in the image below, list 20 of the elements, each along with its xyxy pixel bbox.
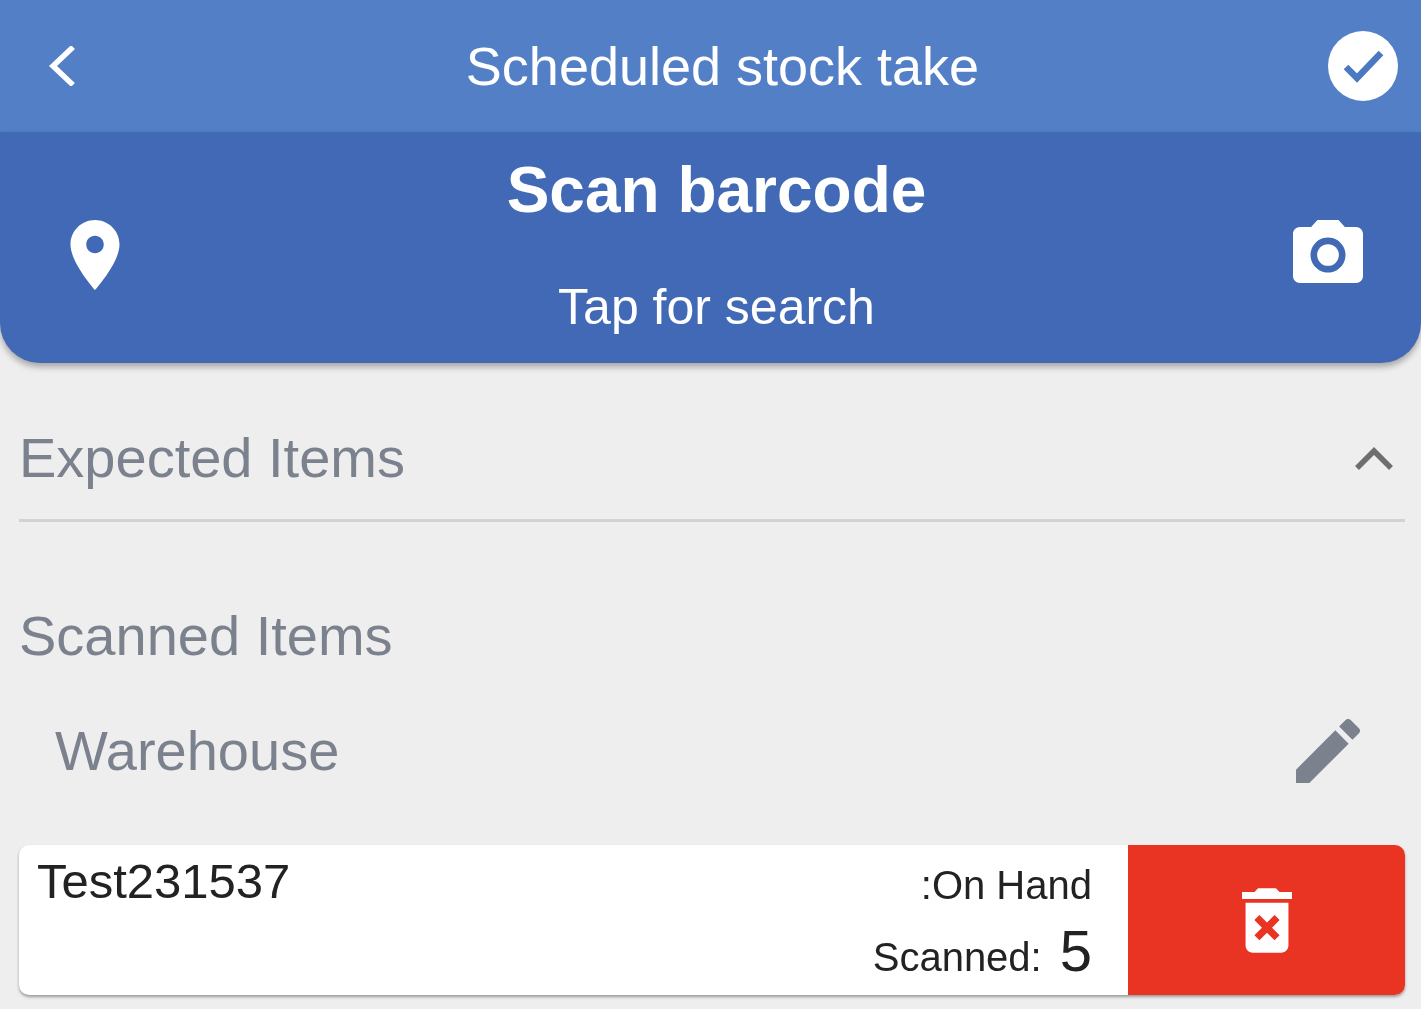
section-title: Expected Items <box>19 425 405 491</box>
location-name: Warehouse <box>55 718 340 784</box>
scan-panel[interactable]: Scan barcode Tap for search <box>0 132 1421 363</box>
section-title: Scanned Items <box>19 603 393 669</box>
item-code: Test231537 <box>37 853 291 909</box>
location-pin-icon[interactable] <box>70 219 120 290</box>
scanned-label: Scanned: <box>872 934 1042 981</box>
scan-title: Scan barcode <box>506 156 927 224</box>
scanned-count: 5 <box>1059 921 1092 981</box>
pencil-icon[interactable] <box>1296 719 1360 783</box>
item-card[interactable]: Test231537 :On Hand Scanned: 5 <box>19 845 1405 995</box>
on-hand-label: :On Hand <box>920 862 1092 909</box>
camera-icon[interactable] <box>1293 220 1363 283</box>
trash-icon <box>1241 887 1292 953</box>
search-hint: Tap for search <box>558 279 875 335</box>
screen-title: Scheduled stock take <box>465 35 980 98</box>
chevron-up-icon[interactable] <box>1354 445 1394 471</box>
back-chevron-icon[interactable] <box>47 46 75 86</box>
delete-button[interactable] <box>1128 845 1405 995</box>
check-circle-icon[interactable] <box>1328 31 1398 101</box>
